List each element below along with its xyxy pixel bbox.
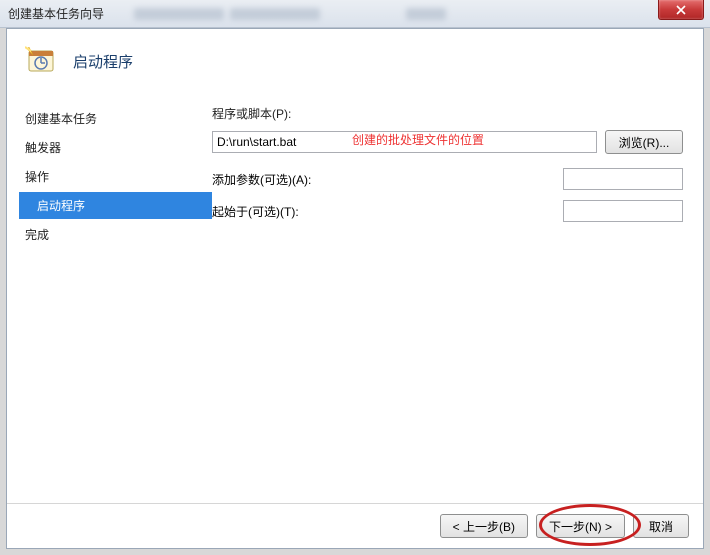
back-button[interactable]: < 上一步(B) [440, 514, 528, 538]
startin-label: 起始于(可选)(T): [212, 203, 299, 220]
wizard-sidebar: 创建基本任务 触发器 操作 启动程序 完成 [7, 105, 212, 503]
window-title: 创建基本任务向导 [8, 5, 104, 22]
args-input[interactable] [563, 168, 683, 190]
wizard-icon [25, 45, 57, 77]
wizard-content: 创建基本任务 触发器 操作 启动程序 完成 程序或脚本(P): 浏览(R)...… [7, 105, 703, 503]
titlebar: 创建基本任务向导 [0, 0, 710, 28]
sidebar-item-label: 触发器 [25, 141, 61, 155]
annotation-program-note: 创建的批处理文件的位置 [352, 131, 484, 148]
sidebar-item-trigger[interactable]: 触发器 [19, 134, 212, 161]
close-icon [676, 5, 686, 15]
page-title: 启动程序 [73, 51, 133, 72]
sidebar-item-start-program[interactable]: 启动程序 [19, 192, 212, 219]
browse-button[interactable]: 浏览(R)... [605, 130, 683, 154]
program-label: 程序或脚本(P): [212, 105, 683, 126]
close-button[interactable] [658, 0, 704, 20]
next-button[interactable]: 下一步(N) > [536, 514, 625, 538]
sidebar-item-action[interactable]: 操作 [19, 163, 212, 190]
cancel-button[interactable]: 取消 [633, 514, 689, 538]
titlebar-blur-decor [134, 8, 446, 20]
window-body: 启动程序 创建基本任务 触发器 操作 启动程序 完成 程序或脚本(P): 浏览(… [6, 28, 704, 549]
sidebar-item-finish[interactable]: 完成 [19, 221, 212, 248]
startin-input[interactable] [563, 200, 683, 222]
wizard-main: 程序或脚本(P): 浏览(R)... 创建的批处理文件的位置 添加参数(可选)(… [212, 105, 703, 503]
args-label: 添加参数(可选)(A): [212, 171, 311, 188]
sidebar-item-label: 操作 [25, 170, 49, 184]
sidebar-item-label: 完成 [25, 228, 49, 242]
sidebar-item-create-basic-task[interactable]: 创建基本任务 [19, 105, 212, 132]
wizard-footer: < 上一步(B) 下一步(N) > 取消 [7, 503, 703, 548]
sidebar-item-label: 创建基本任务 [25, 112, 97, 126]
wizard-header: 启动程序 [7, 29, 703, 105]
sidebar-item-label: 启动程序 [37, 199, 85, 213]
